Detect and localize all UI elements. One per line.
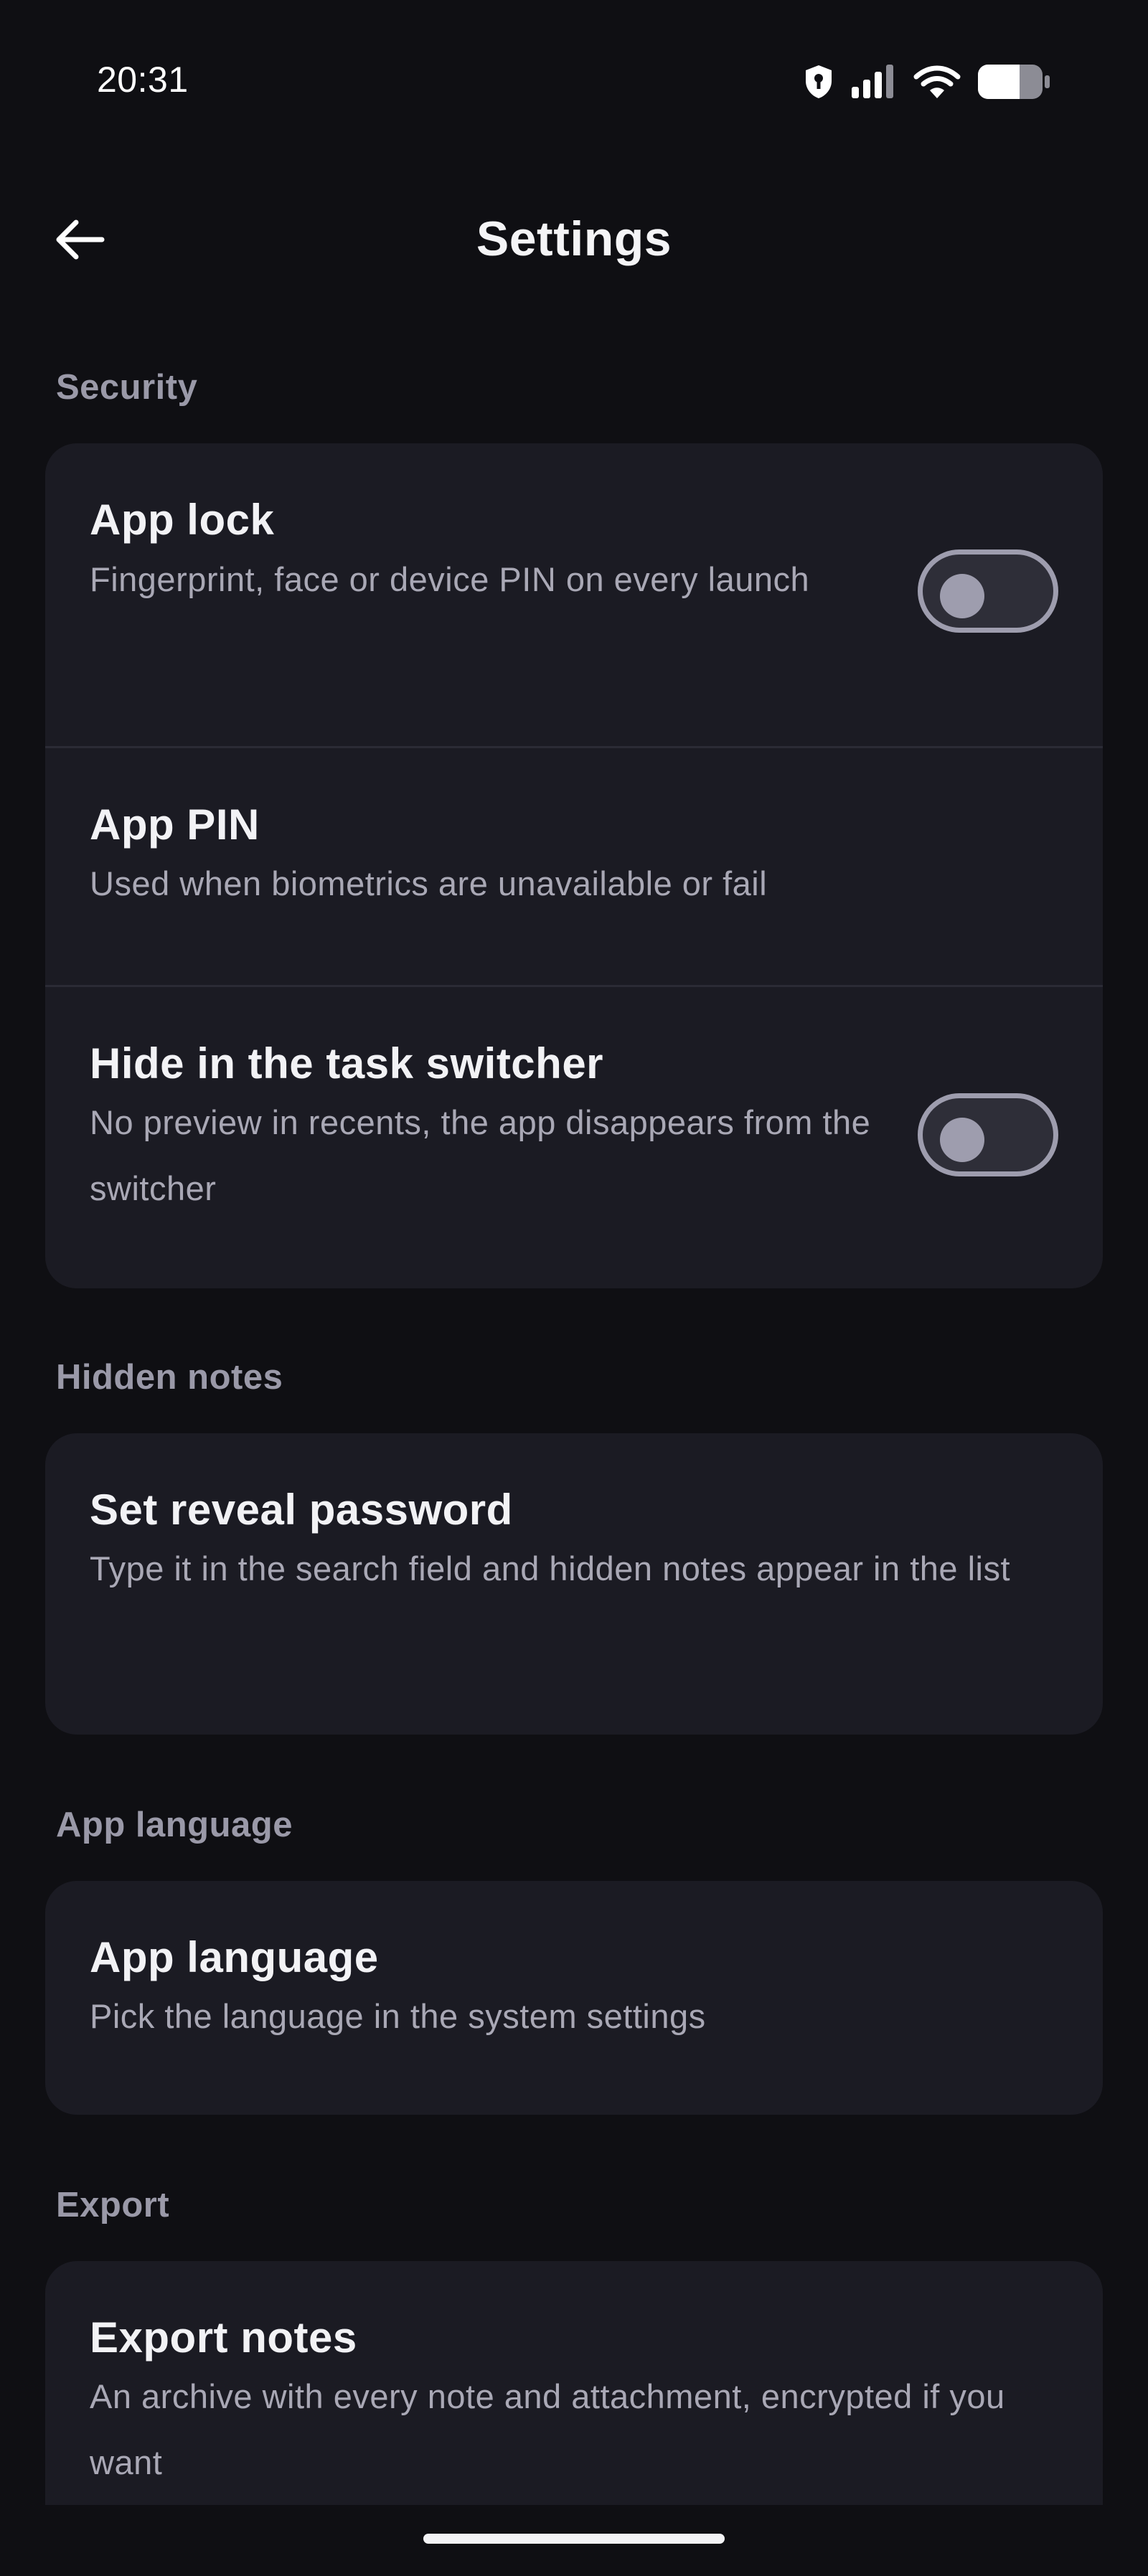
app-language-row[interactable]: App language Pick the language in the sy…: [45, 1881, 1103, 2115]
section-header-export: Export: [56, 2186, 170, 2224]
export-card: Export notes An archive with every note …: [45, 2261, 1103, 2505]
app-lock-subtitle: Fingerprint, face or device PIN on every…: [90, 560, 810, 598]
export-notes-row[interactable]: Export notes An archive with every note …: [45, 2261, 1103, 2505]
app-lock-toggle[interactable]: [918, 549, 1058, 633]
export-notes-title: Export notes: [90, 2313, 357, 2362]
app-pin-title: App PIN: [90, 801, 260, 849]
reveal-password-title: Set reveal password: [90, 1486, 513, 1534]
toggle-thumb: [940, 1118, 984, 1162]
app-language-card: App language Pick the language in the sy…: [45, 1881, 1103, 2115]
reveal-password-subtitle: Type it in the search field and hidden n…: [90, 1549, 1011, 1587]
hide-switcher-row[interactable]: Hide in the task switcher No preview in …: [45, 985, 1103, 1288]
reveal-password-row[interactable]: Set reveal password Type it in the searc…: [45, 1433, 1103, 1735]
hidden-notes-card: Set reveal password Type it in the searc…: [45, 1433, 1103, 1735]
hide-switcher-toggle[interactable]: [918, 1093, 1058, 1176]
status-time: 20:31: [97, 60, 189, 100]
app-language-subtitle: Pick the language in the system settings: [90, 1997, 706, 2035]
wifi-icon: [913, 64, 961, 100]
app-lock-title: App lock: [90, 496, 275, 544]
export-notes-subtitle: An archive with every note and attachmen…: [90, 2377, 1005, 2481]
signal-icon: [850, 64, 898, 100]
page-title: Settings: [476, 212, 672, 266]
shield-key-icon: [803, 64, 834, 100]
app-pin-subtitle: Used when biometrics are unavailable or …: [90, 864, 768, 902]
status-icons: [803, 59, 1051, 105]
home-indicator[interactable]: [423, 2534, 725, 2544]
app-pin-row[interactable]: App PIN Used when biometrics are unavail…: [45, 746, 1103, 985]
toggle-thumb: [940, 574, 984, 618]
app-language-title: App language: [90, 1933, 379, 1981]
app-bar: Settings: [0, 194, 1148, 287]
security-card: App lock Fingerprint, face or device PIN…: [45, 443, 1103, 1288]
app-lock-row[interactable]: App lock Fingerprint, face or device PIN…: [45, 443, 1103, 746]
hide-switcher-subtitle: No preview in recents, the app disappear…: [90, 1103, 871, 1207]
section-header-security: Security: [56, 368, 198, 407]
section-header-app-language: App language: [56, 1806, 293, 1844]
section-header-hidden-notes: Hidden notes: [56, 1358, 283, 1397]
battery-icon: [977, 63, 1051, 100]
hide-switcher-title: Hide in the task switcher: [90, 1039, 604, 1088]
status-bar: 20:31: [0, 0, 1148, 158]
